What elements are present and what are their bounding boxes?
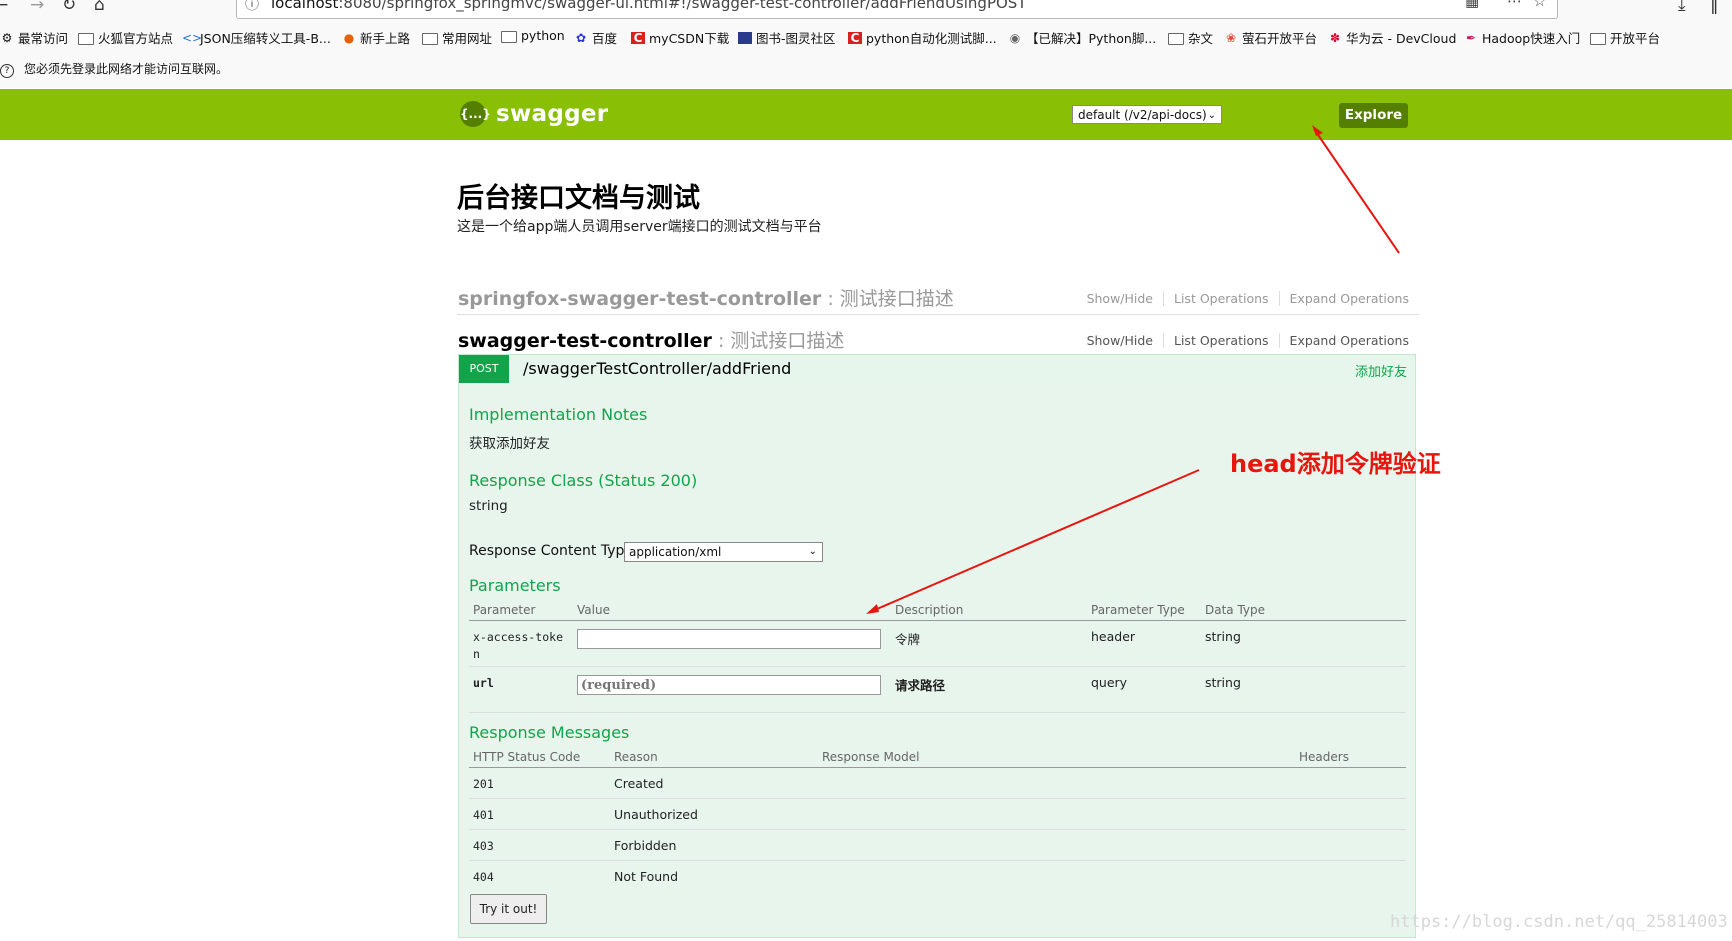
- annotation-arrows: [866, 125, 1400, 614]
- arrow-to-explore: [1313, 128, 1400, 254]
- arrowhead-icon: [1312, 125, 1323, 136]
- arrowhead-icon: [866, 604, 879, 614]
- annotation-text: head添加令牌验证: [1230, 450, 1441, 478]
- watermark: https://blog.csdn.net/qq_25814003: [1390, 912, 1728, 932]
- arrow-to-value-column: [869, 469, 1200, 613]
